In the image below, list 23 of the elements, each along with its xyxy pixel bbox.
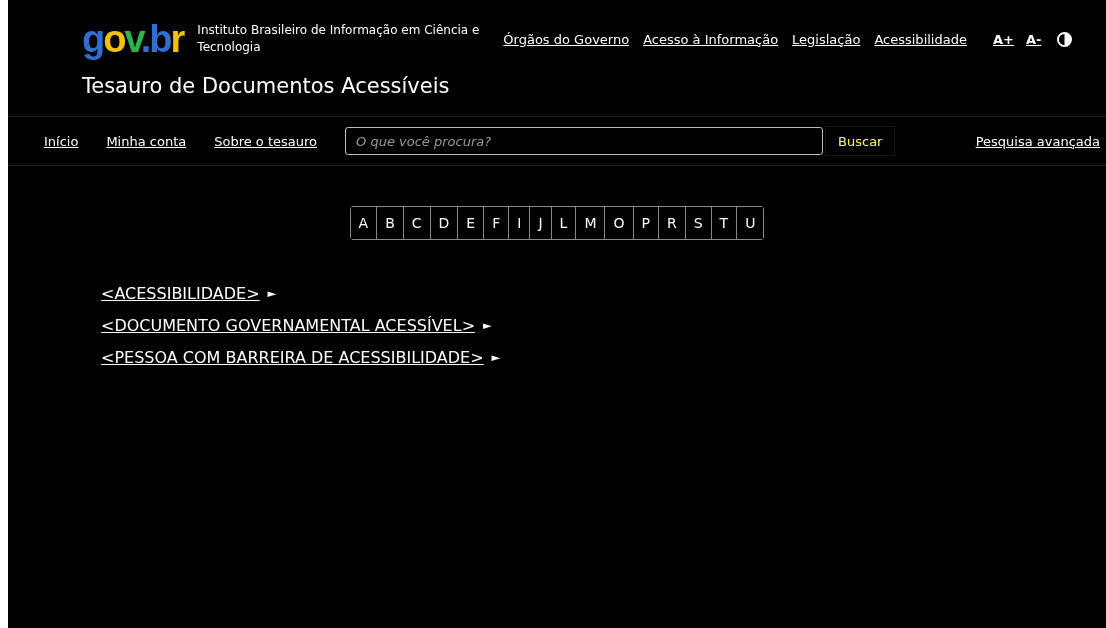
institute-name: Instituto Brasileiro de Informação em Ciência e Tecnologia	[197, 22, 481, 56]
header-link[interactable]: Acessibilidade	[874, 31, 967, 47]
nav-link[interactable]: Início	[44, 133, 79, 149]
page-title: Tesauro de Documentos Acessíveis	[81, 73, 451, 100]
font-size-button[interactable]: A+	[992, 31, 1014, 47]
advanced-search-link[interactable]: Pesquisa avançada	[975, 133, 1100, 149]
contrast-icon[interactable]	[1057, 31, 1073, 47]
nav-link[interactable]: Minha conta	[106, 133, 187, 149]
expand-arrow[interactable]: ►	[491, 351, 501, 364]
search-field[interactable]: O que você procura?	[345, 127, 824, 155]
gov-logo[interactable]: gov.br	[82, 20, 184, 58]
letter-button[interactable]: U	[736, 207, 764, 239]
term-link[interactable]: <ACESSIBILIDADE>	[101, 284, 260, 303]
header-link[interactable]: Órgãos do Governo	[503, 31, 630, 47]
nav-link[interactable]: Sobre o tesauro	[214, 133, 318, 149]
term-link[interactable]: <DOCUMENTO GOVERNAMENTAL ACESSÍVEL>	[101, 316, 476, 335]
font-size-button[interactable]: A-	[1025, 31, 1042, 47]
header-link[interactable]: Acesso à Informação	[643, 31, 779, 47]
search-button[interactable]: Buscar	[825, 126, 896, 156]
term-link[interactable]: <PESSOA COM BARREIRA DE ACESSIBILIDADE>	[101, 348, 484, 367]
header-link[interactable]: Legislação	[792, 31, 861, 47]
expand-arrow[interactable]: ►	[267, 287, 276, 300]
expand-arrow[interactable]: ►	[483, 319, 492, 332]
